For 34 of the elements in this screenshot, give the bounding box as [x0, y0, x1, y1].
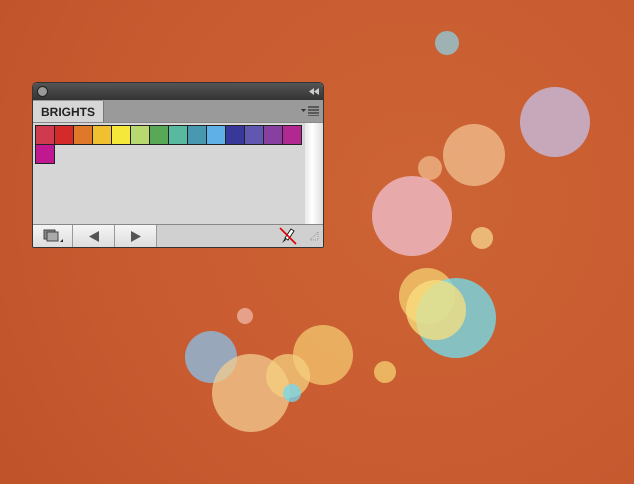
bokeh-circle — [406, 280, 466, 340]
stacked-squares-icon — [42, 229, 62, 243]
color-swatch[interactable] — [263, 125, 283, 145]
color-swatch[interactable] — [92, 125, 112, 145]
color-swatch[interactable] — [149, 125, 169, 145]
color-swatch[interactable] — [244, 125, 264, 145]
left-triangle-icon — [88, 230, 98, 242]
library-button[interactable] — [33, 225, 73, 247]
scrollbar[interactable] — [305, 123, 323, 224]
color-swatch[interactable] — [73, 125, 93, 145]
color-swatch[interactable] — [130, 125, 150, 145]
previous-button[interactable] — [73, 225, 115, 247]
panel-tab[interactable]: BRIGHTS — [33, 101, 104, 122]
right-triangle-icon — [130, 230, 140, 242]
color-swatch[interactable] — [35, 125, 55, 145]
crossed-brush-icon[interactable] — [279, 227, 297, 245]
bokeh-circle — [520, 87, 590, 157]
bokeh-circle — [435, 31, 459, 55]
color-swatch[interactable] — [35, 144, 55, 164]
bokeh-circle — [374, 361, 396, 383]
bokeh-circle — [471, 227, 493, 249]
color-swatch[interactable] — [206, 125, 226, 145]
color-swatch[interactable] — [187, 125, 207, 145]
menu-icon[interactable] — [301, 106, 319, 116]
next-button[interactable] — [115, 225, 157, 247]
color-swatch[interactable] — [111, 125, 131, 145]
resize-grip-icon[interactable] — [309, 231, 319, 241]
color-swatch[interactable] — [54, 125, 74, 145]
collapse-icon[interactable] — [309, 88, 319, 95]
color-swatch[interactable] — [168, 125, 188, 145]
bokeh-circle — [237, 308, 253, 324]
color-swatch[interactable] — [225, 125, 245, 145]
close-icon[interactable] — [37, 86, 48, 97]
color-swatch[interactable] — [282, 125, 302, 145]
